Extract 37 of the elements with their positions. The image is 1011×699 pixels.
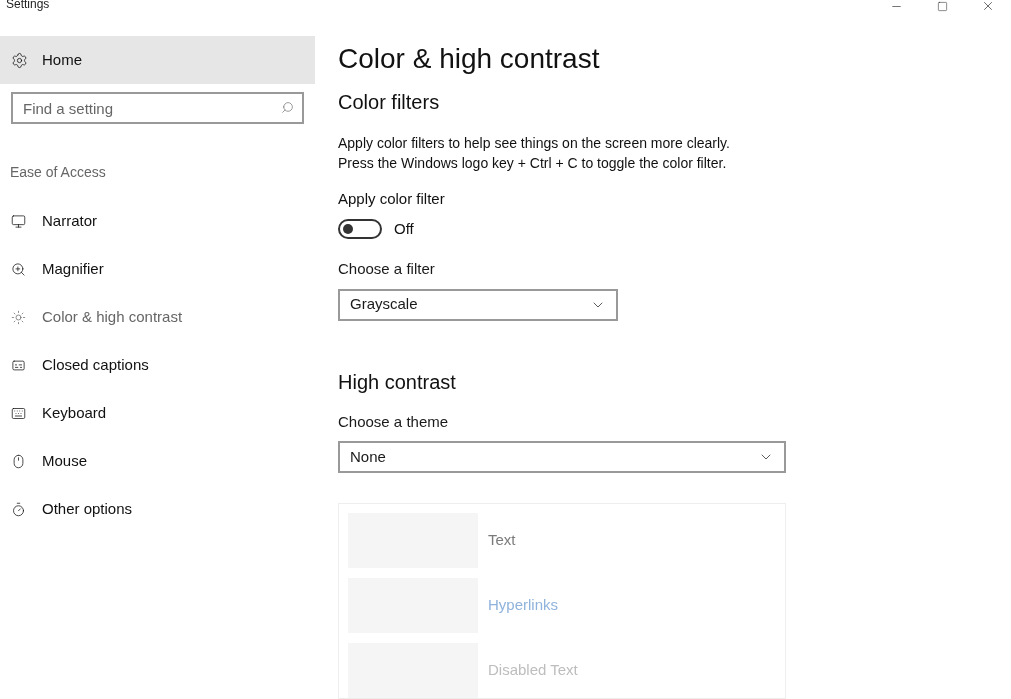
field-label: Choose a filter <box>338 259 436 279</box>
preview-label: Hyperlinks <box>488 595 559 616</box>
timer-icon <box>11 501 26 517</box>
search-field[interactable]: Find a setting <box>11 92 304 124</box>
dropdown[interactable]: None <box>338 441 786 473</box>
home-nav-item[interactable]: Home <box>0 36 315 84</box>
toggle-state: Off <box>394 218 414 239</box>
section-heading: High contrast <box>338 369 457 395</box>
nav-item[interactable]: Closed captions <box>0 341 315 389</box>
mouse-icon <box>11 453 26 469</box>
monitor-icon <box>11 213 26 229</box>
description-text: Apply color filters to help see things on the screen more clearly. <box>338 134 731 153</box>
captions-icon <box>11 357 26 373</box>
description-text: Press the Windows logo key + Ctrl + C to toggle the color filter. <box>338 154 728 173</box>
settings-icon <box>11 51 28 69</box>
section-label: Ease of Access <box>9 163 107 182</box>
preview-label: Disabled Text <box>488 660 578 681</box>
sun-icon <box>11 309 26 325</box>
maximize-icon <box>936 0 948 12</box>
nav-item[interactable]: Magnifier <box>0 245 315 293</box>
nav-item[interactable]: Mouse <box>0 437 315 485</box>
toggle-switch[interactable] <box>338 218 382 239</box>
nav-item[interactable]: Color & high contrast <box>0 293 315 341</box>
page-title: Color & high contrast <box>338 42 601 76</box>
preview-label: Text <box>488 530 516 551</box>
nav-item[interactable]: Other options <box>0 485 315 533</box>
close-icon <box>981 0 995 13</box>
field-label: Apply color filter <box>338 189 446 209</box>
field-label: Choose a theme <box>338 411 450 432</box>
dropdown[interactable]: Grayscale <box>338 288 618 321</box>
search-icon <box>281 101 294 114</box>
magnifier-icon <box>11 261 26 277</box>
nav-item[interactable]: Keyboard <box>0 389 315 437</box>
nav-item[interactable]: Narrator <box>0 197 315 245</box>
keyboard-icon <box>11 405 26 421</box>
window-title: Settings <box>5 0 50 11</box>
section-heading: Color filters <box>338 90 441 115</box>
